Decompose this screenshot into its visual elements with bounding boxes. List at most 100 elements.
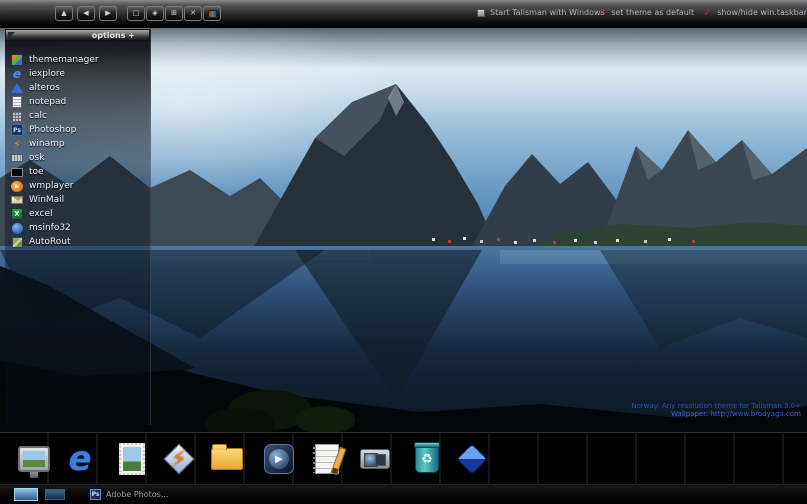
sidebar-item-label: alteros (29, 83, 60, 93)
sidebar-item-label: wmplayer (29, 181, 73, 191)
close-icon: ✕ (190, 9, 196, 17)
sidebar-item-calc[interactable]: calc (11, 109, 148, 123)
top-bar: wallpaper ▲ ◀ ▶ □ ◈ ⊞ ✕ Start Talisman w… (0, 0, 807, 28)
taskbar-item-label: Adobe Photos... (106, 490, 168, 499)
sidebar-item-thememanager[interactable]: thememanager (11, 53, 148, 67)
notepad-icon (11, 96, 23, 108)
video-camera-icon[interactable] (355, 438, 395, 480)
option-show-hide-taskbar[interactable]: ✓ show/hide win.taskbar (703, 8, 807, 17)
up-arrow-icon: ▲ (61, 9, 66, 17)
option-set-theme-default[interactable]: ✓ set theme as default (597, 8, 694, 17)
window-taskbar: Ps Adobe Photos... (0, 484, 807, 504)
close-button[interactable]: ✕ (184, 6, 202, 21)
media-player-icon: ▶ (11, 181, 23, 192)
red-check-icon[interactable]: ✓ (597, 9, 606, 17)
sidebar-item-excel[interactable]: X excel (11, 207, 148, 221)
sidebar-item-iexplore[interactable]: e iexplore (11, 67, 148, 81)
minimize-button[interactable]: □ (127, 6, 145, 21)
bin-shape: ♻ (415, 445, 439, 473)
window-thumbnail[interactable] (45, 489, 65, 500)
notepad-icon[interactable] (307, 438, 347, 480)
notepad-shape (315, 444, 339, 474)
internet-explorer-icon: e (11, 68, 23, 80)
photoshop-icon: Ps (90, 489, 101, 500)
sidebar-item-label: thememanager (29, 55, 99, 65)
next-button[interactable]: ▶ (99, 6, 117, 21)
recycle-icon: ♻ (421, 452, 433, 467)
sidebar-item-msinfo32[interactable]: msinfo32 (11, 221, 148, 235)
pyramid-icon (11, 82, 23, 94)
square-icon: □ (133, 9, 140, 17)
taskbar-item-adobe-photoshop[interactable]: Ps Adobe Photos... (90, 489, 168, 500)
up-button[interactable]: ▲ (55, 6, 73, 21)
sidebar-item-notepad[interactable]: notepad (11, 95, 148, 109)
mail-icon (11, 194, 23, 206)
system-info-icon (11, 222, 23, 234)
red-check-icon[interactable]: ✓ (703, 9, 712, 17)
recycle-bin-icon[interactable]: ♻ (407, 438, 447, 480)
map-icon (11, 236, 23, 248)
keyboard-icon (11, 152, 23, 164)
sidebar-item-toe[interactable]: toe (11, 165, 148, 179)
sidebar-item-winamp[interactable]: ⚡ winamp (11, 137, 148, 151)
sidebar-item-alteros[interactable]: alteros (11, 81, 148, 95)
camcorder-shape (360, 449, 390, 469)
sidebar-item-label: Photoshop (29, 125, 76, 135)
play-icon: ▶ (275, 454, 283, 465)
theme-credits: Norway: Any resolution theme for Talisma… (631, 402, 801, 418)
target-button[interactable]: ◈ (146, 6, 164, 21)
right-arrow-icon: ▶ (105, 9, 110, 17)
option-label: set theme as default (611, 8, 694, 17)
window-thumbnail-active[interactable] (14, 488, 38, 501)
stamp-icon (119, 443, 145, 475)
option-label: Start Talisman with Windows (490, 8, 605, 17)
grid-button[interactable]: ⊞ (165, 6, 183, 21)
mail-stamp-icon[interactable] (112, 438, 152, 480)
folder-icon[interactable] (207, 438, 247, 480)
rgb-colors-icon (208, 10, 217, 18)
top-bar-title: wallpaper (10, 4, 49, 12)
sidebar-item-osk[interactable]: osk (11, 151, 148, 165)
sidebar-item-label: calc (29, 111, 47, 121)
option-start-with-windows[interactable]: Start Talisman with Windows (477, 8, 605, 17)
winamp-icon: ⚡ (11, 138, 23, 150)
sidebar-item-label: osk (29, 153, 44, 163)
sidebar-item-label: notepad (29, 97, 66, 107)
sidebar-item-label: AutoRout (29, 237, 70, 247)
display-colors-button[interactable] (203, 6, 221, 21)
grid-icon: ⊞ (171, 9, 177, 17)
monitor-icon (18, 446, 50, 472)
ie-e-glyph: e (68, 444, 91, 474)
sidebar-item-label: excel (29, 209, 53, 219)
sidebar-item-wmplayer[interactable]: ▶ wmplayer (11, 179, 148, 193)
prev-button[interactable]: ◀ (77, 6, 95, 21)
internet-explorer-icon[interactable]: e (60, 438, 100, 480)
sidebar-item-photoshop[interactable]: Ps Photoshop (11, 123, 148, 137)
calculator-icon (11, 110, 23, 122)
sidebar-item-label: msinfo32 (29, 223, 71, 233)
folder-shape (211, 448, 243, 470)
pyramid-shape (456, 443, 487, 474)
winamp-icon[interactable]: ⚡ (159, 438, 199, 480)
sidebar-item-winmail[interactable]: WinMail (11, 193, 148, 207)
sidebar-launcher-panel: options + thememanager e iexplore altero… (5, 29, 151, 425)
sidebar-item-label: toe (29, 167, 44, 177)
credit-line-1: Norway: Any resolution theme for Talisma… (631, 402, 801, 410)
sidebar-options-label[interactable]: options + (92, 31, 135, 40)
dock-bar: e ⚡ ▶ ♻ 0 ▪ 7 8 9 0 C 4 5 6 / * . 1 (0, 432, 807, 484)
left-arrow-icon: ◀ (83, 9, 88, 17)
sidebar-item-label: iexplore (29, 69, 65, 79)
option-label: show/hide win.taskbar (717, 8, 807, 17)
theme-manager-icon (11, 54, 23, 66)
checkbox-unchecked-icon[interactable] (477, 9, 485, 17)
media-player-icon[interactable]: ▶ (259, 438, 299, 480)
credit-line-2: Wallpaper: http://www.brodyaga.com (631, 410, 801, 418)
display-settings-icon[interactable] (14, 438, 54, 480)
sidebar-header[interactable]: options + (5, 29, 150, 41)
target-icon: ◈ (152, 9, 157, 17)
sidebar-item-label: WinMail (29, 195, 64, 205)
sidebar-item-autorout[interactable]: AutoRout (11, 235, 148, 249)
desktop-screen: Norway: Any resolution theme for Talisma… (0, 0, 807, 504)
excel-icon: X (11, 208, 23, 220)
pyramid-icon[interactable] (452, 438, 492, 480)
